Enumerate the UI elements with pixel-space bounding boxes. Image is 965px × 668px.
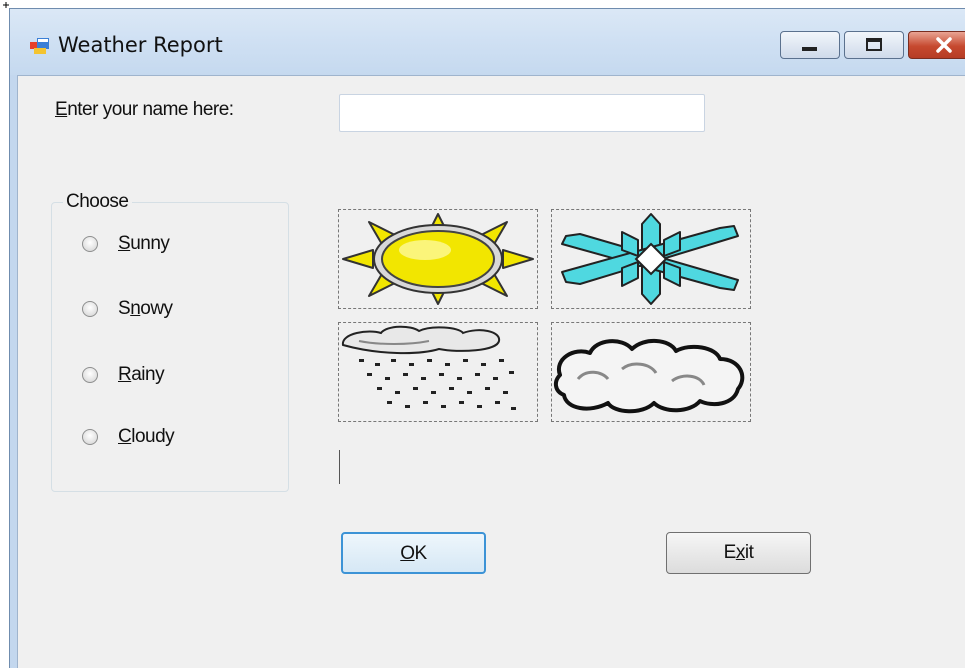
radio-label[interactable]: Rainy [118, 364, 165, 386]
radio-button[interactable] [82, 301, 98, 317]
radio-button[interactable] [82, 429, 98, 445]
radio-label[interactable]: Cloudy [118, 426, 175, 448]
radio-label[interactable]: Sunny [118, 233, 170, 255]
rain-drops [359, 359, 516, 410]
sunny-picturebox[interactable] [338, 209, 538, 309]
exit-button[interactable]: Exit [666, 532, 811, 574]
restore-icon [866, 38, 882, 51]
close-button[interactable] [908, 31, 965, 59]
name-label-access-key: E [55, 99, 68, 120]
close-icon [936, 37, 952, 53]
app-icon [30, 38, 49, 54]
minimize-button[interactable] [780, 31, 840, 59]
name-input[interactable] [339, 94, 705, 132]
sun-icon [342, 213, 534, 305]
weather-report-window: Weather Report Enter your name here: Cho… [9, 8, 965, 668]
ok-button[interactable]: OK [341, 532, 486, 574]
cloud-icon [553, 339, 745, 414]
radio-button[interactable] [82, 367, 98, 383]
radio-button[interactable] [82, 236, 98, 252]
minimize-icon [802, 47, 817, 51]
snowy-picturebox[interactable] [551, 209, 751, 309]
rainy-picturebox[interactable] [338, 322, 538, 422]
result-label [339, 450, 340, 484]
maximize-button[interactable] [844, 31, 904, 59]
window-title: Weather Report [58, 33, 223, 57]
title-bar[interactable]: Weather Report [10, 9, 965, 75]
cloudy-picturebox[interactable] [551, 322, 751, 422]
form-client-area: Enter your name here: Choose Sunny Snowy… [17, 75, 965, 668]
group-title: Choose [63, 191, 132, 213]
radio-label[interactable]: Snowy [118, 298, 173, 320]
choose-groupbox: Choose Sunny Snowy Rainy Cloudy [51, 191, 289, 492]
name-prompt-label: Enter your name here: [55, 99, 234, 121]
snowflake-icon [561, 213, 739, 305]
rain-cloud-icon [342, 325, 516, 410]
name-label-text: nter your name here: [67, 99, 234, 120]
